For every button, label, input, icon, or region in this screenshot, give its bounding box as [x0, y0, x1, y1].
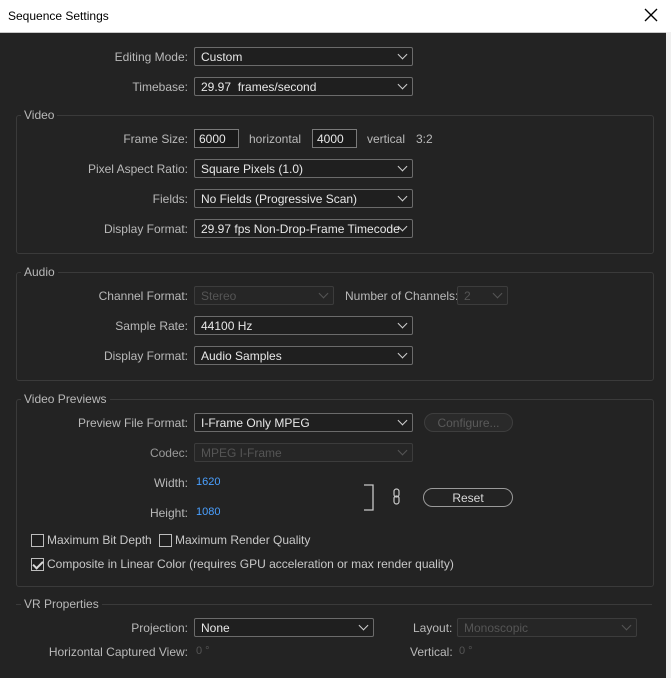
vertical-view-value[interactable]: 0 ° — [459, 645, 473, 657]
layout-dropdown[interactable]: Monoscopic — [457, 618, 637, 637]
audio-display-format-label: Display Format: — [103, 349, 188, 363]
vr-section-title: VR Properties — [21, 597, 102, 611]
projection-dropdown[interactable]: None — [194, 618, 374, 637]
composite-linear-checkbox[interactable] — [31, 558, 44, 571]
projection-label: Projection: — [131, 621, 188, 635]
video-display-format-value: 29.97 fps Non-Drop-Frame Timecode — [201, 222, 400, 236]
preview-file-format-dropdown[interactable]: I-Frame Only MPEG — [194, 413, 413, 432]
dimension-bracket-icon — [364, 484, 374, 511]
timebase-label: Timebase: — [132, 80, 188, 94]
preview-width-value[interactable]: 1620 — [196, 476, 220, 488]
frame-width-input[interactable]: 6000 — [194, 129, 239, 148]
number-of-channels-value: 2 — [464, 289, 471, 303]
preview-height-label: Height: — [149, 506, 188, 520]
editing-mode-value: Custom — [201, 50, 243, 64]
frame-size-label: Frame Size: — [123, 132, 188, 146]
chevron-down-icon — [318, 288, 329, 299]
fields-dropdown[interactable]: No Fields (Progressive Scan) — [194, 189, 413, 208]
max-bit-depth-checkbox[interactable] — [31, 534, 44, 547]
chevron-down-icon — [397, 445, 408, 456]
preview-width-label: Width: — [153, 476, 188, 490]
chevron-down-icon — [397, 161, 408, 172]
pixel-aspect-ratio-label: Pixel Aspect Ratio: — [87, 162, 188, 176]
link-icon[interactable] — [391, 488, 403, 506]
timebase-dropdown[interactable]: 29.97 frames/second — [194, 77, 413, 96]
window-edge — [666, 32, 671, 678]
chevron-down-icon — [397, 191, 408, 202]
fields-value: No Fields (Progressive Scan) — [201, 192, 358, 206]
chevron-down-icon — [621, 620, 632, 631]
close-icon[interactable] — [641, 5, 661, 25]
preview-height-value[interactable]: 1080 — [196, 506, 220, 518]
window-title: Sequence Settings — [8, 9, 109, 23]
number-of-channels-dropdown[interactable]: 2 — [457, 286, 508, 305]
channel-format-label: Channel Format: — [98, 289, 188, 303]
preview-file-format-value: I-Frame Only MPEG — [201, 416, 310, 430]
chevron-down-icon — [358, 620, 369, 631]
editing-mode-dropdown[interactable]: Custom — [194, 47, 413, 66]
horizontal-captured-view-label: Horizontal Captured View: — [48, 645, 188, 659]
layout-value: Monoscopic — [464, 621, 529, 635]
channel-format-dropdown[interactable]: Stereo — [194, 286, 334, 305]
channel-format-value: Stereo — [201, 289, 237, 303]
audio-display-format-dropdown[interactable]: Audio Samples — [194, 346, 413, 365]
preview-file-format-label: Preview File Format: — [77, 416, 188, 430]
layout-label: Layout: — [413, 621, 453, 635]
pixel-aspect-ratio-value: Square Pixels (1.0) — [201, 162, 304, 176]
pixel-aspect-ratio-dropdown[interactable]: Square Pixels (1.0) — [194, 159, 413, 178]
reset-button[interactable]: Reset — [423, 488, 513, 507]
sample-rate-dropdown[interactable]: 44100 Hz — [194, 316, 413, 335]
title-bar: Sequence Settings — [0, 0, 671, 33]
horizontal-label: horizontal — [249, 132, 302, 146]
frame-height-input[interactable]: 4000 — [312, 129, 357, 148]
chevron-down-icon — [397, 415, 408, 426]
vertical-view-label: Vertical: — [410, 645, 453, 659]
audio-display-format-value: Audio Samples — [201, 349, 282, 363]
aspect-ratio-value: 3:2 — [416, 132, 433, 146]
max-bit-depth-label: Maximum Bit Depth — [47, 533, 152, 547]
max-render-quality-checkbox[interactable] — [159, 534, 172, 547]
video-section-title: Video — [21, 108, 58, 122]
projection-value: None — [201, 621, 230, 635]
horizontal-captured-view-value[interactable]: 0 ° — [196, 645, 210, 657]
editing-mode-label: Editing Mode: — [114, 50, 188, 64]
chevron-down-icon — [492, 288, 503, 299]
codec-dropdown[interactable]: MPEG I-Frame — [194, 443, 413, 462]
max-render-quality-label: Maximum Render Quality — [175, 533, 311, 547]
codec-label: Codec: — [149, 446, 188, 460]
fields-label: Fields: — [152, 192, 188, 206]
chevron-down-icon — [397, 49, 408, 60]
chevron-down-icon — [397, 348, 408, 359]
timebase-value: 29.97 frames/second — [201, 80, 317, 94]
configure-button[interactable]: Configure... — [424, 413, 513, 432]
codec-value: MPEG I-Frame — [201, 446, 282, 460]
vr-section-border — [16, 604, 652, 605]
video-display-format-label: Display Format: — [103, 222, 188, 236]
sample-rate-value: 44100 Hz — [201, 319, 253, 333]
number-of-channels-label: Number of Channels: — [345, 289, 459, 303]
audio-section-title: Audio — [21, 265, 58, 279]
chevron-down-icon — [397, 318, 408, 329]
composite-linear-label: Composite in Linear Color (requires GPU … — [47, 557, 454, 571]
video-previews-section-title: Video Previews — [21, 392, 110, 406]
video-display-format-dropdown[interactable]: 29.97 fps Non-Drop-Frame Timecode — [194, 219, 413, 238]
vertical-label: vertical — [367, 132, 406, 146]
chevron-down-icon — [397, 79, 408, 90]
sample-rate-label: Sample Rate: — [115, 319, 188, 333]
